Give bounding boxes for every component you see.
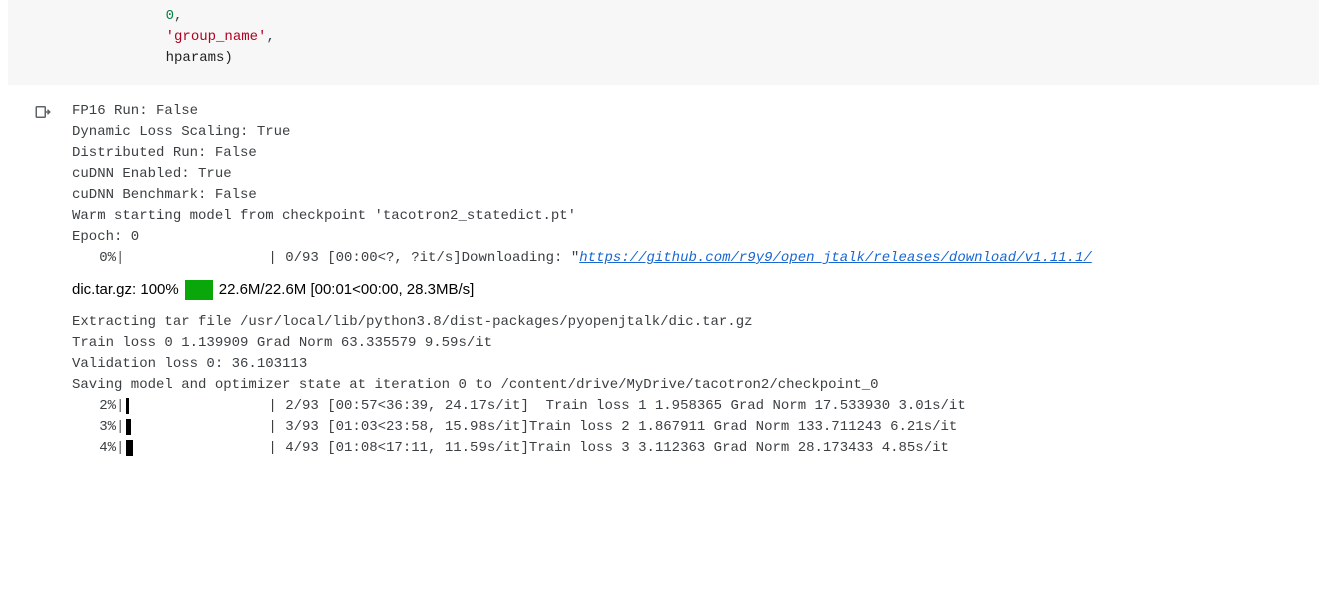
progress-row: 4%|| 4/93 [01:08<17:11, 11.59s/it]Train … — [72, 438, 1319, 459]
out-fp16: FP16 Run: False — [72, 101, 1319, 122]
out-dyn-loss: Dynamic Loss Scaling: True — [72, 122, 1319, 143]
progress-pct: 0% — [72, 248, 116, 269]
progress-tail: | 4/93 [01:08<17:11, 11.59s/it]Train los… — [268, 438, 949, 459]
download-bar-fill — [185, 280, 213, 300]
output-wrapper: FP16 Run: False Dynamic Loss Scaling: Tr… — [0, 85, 1319, 459]
progress-bar-box — [124, 438, 268, 459]
progress-bar-box — [124, 396, 268, 417]
code-token-string: 'group_name' — [166, 29, 267, 45]
out-valloss-0: Validation loss 0: 36.103113 — [72, 354, 1319, 375]
progress-row: 2%|| 2/93 [00:57<36:39, 24.17s/it] Train… — [72, 396, 1319, 417]
progress-pct: 2% — [72, 396, 116, 417]
progress-row: 3%|| 3/93 [01:03<23:58, 15.98s/it]Train … — [72, 417, 1319, 438]
progress-bar-fill — [126, 419, 131, 435]
out-cudnn-bm: cuDNN Benchmark: False — [72, 185, 1319, 206]
output-arrow-icon[interactable] — [34, 103, 72, 121]
progress-bar-fill — [126, 398, 129, 414]
progress-bar-box — [124, 417, 268, 438]
code-token-plain: hparams) — [166, 50, 233, 66]
download-link[interactable]: https://github.com/r9y9/open_jtalk/relea… — [579, 248, 1091, 269]
progress-bar-empty — [124, 248, 268, 269]
out-trainloss-0: Train loss 0 1.139909 Grad Norm 63.33557… — [72, 333, 1319, 354]
code-cell[interactable]: 0, 'group_name', hparams) — [8, 0, 1319, 85]
code-line-2: hparams) — [8, 48, 1319, 69]
progress-pct: 3% — [72, 417, 116, 438]
code-line-1: 'group_name', — [8, 27, 1319, 48]
code-token-number: 0 — [166, 8, 174, 24]
progress-tail: | 2/93 [00:57<36:39, 24.17s/it] Train lo… — [268, 396, 965, 417]
code-line-0: 0, — [8, 6, 1319, 27]
out-saving: Saving model and optimizer state at iter… — [72, 375, 1319, 396]
output-area[interactable]: FP16 Run: False Dynamic Loss Scaling: Tr… — [72, 101, 1319, 459]
download-label: dic.tar.gz: 100% — [72, 279, 179, 302]
progress-bar-fill — [126, 440, 133, 456]
out-warmstart: Warm starting model from checkpoint 'tac… — [72, 206, 1319, 227]
out-epoch: Epoch: 0 — [72, 227, 1319, 248]
progress-row-init: 0%| | 0/93 [00:00<?, ?it/s]Downloading: … — [72, 248, 1319, 269]
out-dist-run: Distributed Run: False — [72, 143, 1319, 164]
download-stats: 22.6M/22.6M [00:01<00:00, 28.3MB/s] — [219, 279, 475, 302]
progress-tail: | 3/93 [01:03<23:58, 15.98s/it]Train los… — [268, 417, 957, 438]
out-extract: Extracting tar file /usr/local/lib/pytho… — [72, 312, 1319, 333]
progress-tail: | 0/93 [00:00<?, ?it/s]Downloading: " — [268, 248, 579, 269]
output-gutter — [0, 101, 72, 459]
download-bar-row: dic.tar.gz: 100% 22.6M/22.6M [00:01<00:0… — [72, 269, 1319, 312]
out-cudnn-en: cuDNN Enabled: True — [72, 164, 1319, 185]
progress-pct: 4% — [72, 438, 116, 459]
